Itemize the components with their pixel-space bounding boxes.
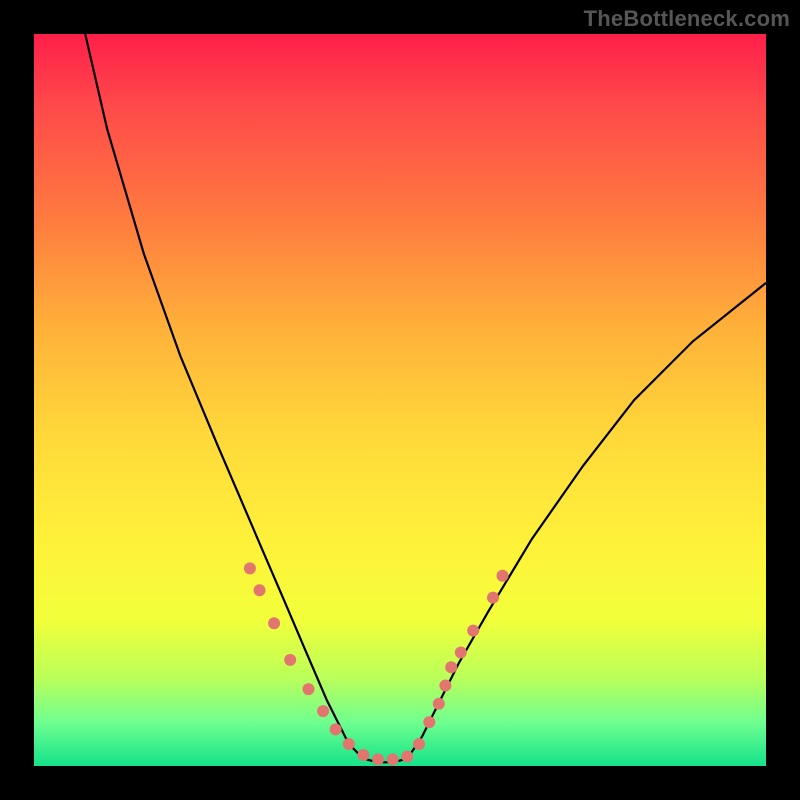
- curve-marker: [357, 749, 369, 761]
- curve-markers: [244, 562, 509, 765]
- curve-bottom: [363, 759, 407, 763]
- curve-marker: [372, 753, 384, 765]
- curve-left: [85, 34, 363, 759]
- curve-marker: [244, 562, 256, 574]
- curve-marker: [467, 625, 479, 637]
- curve-marker: [330, 723, 342, 735]
- curve-marker: [455, 647, 467, 659]
- curve-marker: [487, 592, 499, 604]
- curve-marker: [303, 683, 315, 695]
- curve-marker: [401, 751, 413, 763]
- curve-marker: [343, 738, 355, 750]
- curve-marker: [387, 753, 399, 765]
- curve-marker: [284, 654, 296, 666]
- curve-marker: [439, 680, 451, 692]
- curve-marker: [317, 705, 329, 717]
- curve-right: [407, 283, 766, 759]
- bottleneck-curve: [34, 34, 766, 766]
- curve-marker: [413, 738, 425, 750]
- curve-marker: [268, 617, 280, 629]
- curve-marker: [254, 584, 266, 596]
- curve-marker: [445, 661, 457, 673]
- chart-area: [34, 34, 766, 766]
- curve-marker: [497, 570, 509, 582]
- curve-marker: [423, 716, 435, 728]
- curve-marker: [433, 698, 445, 710]
- watermark-text: TheBottleneck.com: [584, 6, 790, 32]
